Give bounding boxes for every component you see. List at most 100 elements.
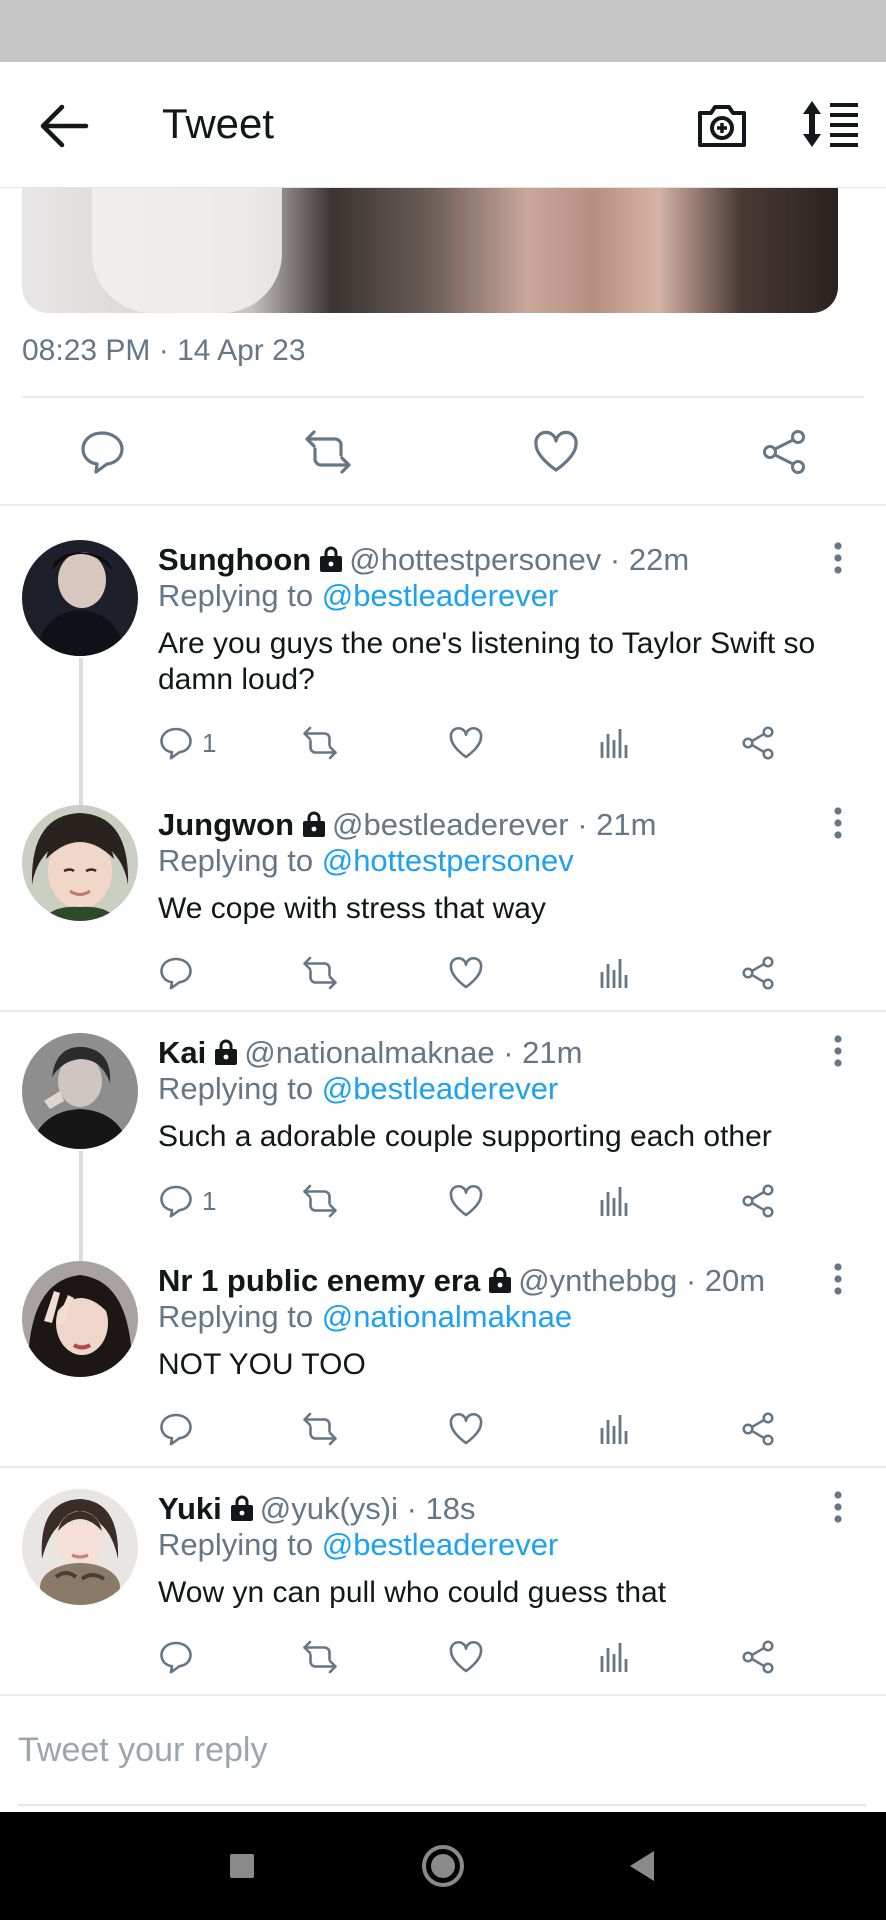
replying-to: Replying to @nationalmaknae — [158, 1297, 572, 1337]
display-name[interactable]: Kai — [158, 1035, 206, 1070]
page-title: Tweet — [162, 100, 275, 147]
reply-text: Wow yn can pull who could guess that — [158, 1576, 667, 1609]
avatar[interactable] — [22, 1489, 138, 1605]
more-options-icon[interactable] — [828, 1261, 848, 1297]
username: @hottestpersonev · 22m — [349, 542, 690, 577]
more-options-icon[interactable] — [828, 805, 848, 841]
analytics-icon[interactable] — [594, 955, 630, 991]
app-bar: Tweet — [0, 62, 886, 188]
more-options-icon[interactable] — [828, 540, 848, 576]
reply-icon[interactable] — [158, 1639, 202, 1675]
reply-action-bar — [158, 1639, 798, 1679]
reply-input[interactable] — [18, 1720, 858, 1780]
heart-icon[interactable] — [532, 428, 580, 476]
heart-icon[interactable] — [448, 1639, 484, 1675]
reply-text: We cope with stress that way — [158, 892, 546, 925]
more-options-icon[interactable] — [828, 1033, 848, 1069]
share-icon[interactable] — [740, 1411, 776, 1447]
divider — [0, 1010, 886, 1012]
recents-icon[interactable] — [218, 1842, 266, 1890]
replying-label: Replying to — [158, 1071, 314, 1106]
retweet-icon[interactable] — [302, 1183, 338, 1219]
share-icon[interactable] — [740, 955, 776, 991]
media-detail — [92, 188, 282, 313]
reply-item[interactable]: Kai @nationalmaknae · 21m Replying to @be… — [0, 1033, 886, 1291]
reply-icon[interactable] — [158, 955, 202, 991]
reply-header: Nr 1 public enemy era @ynthebbg · 20m — [158, 1261, 765, 1301]
analytics-icon[interactable] — [594, 1411, 630, 1447]
tweet-timestamp: 08:23 PM · 14 Apr 23 — [22, 334, 306, 367]
retweet-icon[interactable] — [302, 955, 338, 991]
reply-count: 1 — [202, 727, 217, 758]
mention-link[interactable]: @bestleaderever — [322, 578, 559, 613]
display-name[interactable]: Sunghoon — [158, 542, 311, 577]
mention-link[interactable]: @bestleaderever — [322, 1071, 559, 1106]
avatar[interactable] — [22, 1033, 138, 1149]
lock-icon — [489, 1267, 512, 1293]
replying-label: Replying to — [158, 578, 314, 613]
mention-link[interactable]: @hottestpersonev — [322, 843, 574, 878]
heart-icon[interactable] — [448, 725, 484, 761]
divider — [0, 1466, 886, 1468]
tweet-action-bar — [0, 398, 886, 506]
reply-icon[interactable] — [78, 428, 126, 476]
reply-icon[interactable]: 1 — [158, 1183, 216, 1219]
display-name[interactable]: Jungwon — [158, 807, 294, 842]
status-bar — [0, 0, 886, 62]
reply-item[interactable]: Nr 1 public enemy era @ynthebbg · 20m Rep… — [0, 1261, 886, 1461]
reply-header: Sunghoon @hottestpersonev · 22m — [158, 540, 689, 580]
avatar[interactable] — [22, 805, 138, 921]
display-name[interactable]: Yuki — [158, 1491, 222, 1526]
heart-icon[interactable] — [448, 955, 484, 991]
mention-link[interactable]: @bestleaderever — [322, 1527, 559, 1562]
avatar[interactable] — [22, 540, 138, 656]
heart-icon[interactable] — [448, 1411, 484, 1447]
reply-header: Jungwon @bestleaderever · 21m — [158, 805, 656, 845]
arrow-left-icon[interactable] — [36, 102, 90, 150]
username: @ynthebbg · 20m — [518, 1263, 766, 1298]
replying-to: Replying to @bestleaderever — [158, 1069, 558, 1109]
home-icon[interactable] — [419, 1842, 467, 1890]
analytics-icon[interactable] — [594, 1639, 630, 1675]
back-icon[interactable] — [620, 1842, 668, 1890]
retweet-icon[interactable] — [302, 1639, 338, 1675]
display-name[interactable]: Nr 1 public enemy era — [158, 1263, 480, 1298]
share-icon[interactable] — [740, 1183, 776, 1219]
share-icon[interactable] — [760, 428, 808, 476]
retweet-icon[interactable] — [302, 1411, 338, 1447]
replying-label: Replying to — [158, 1527, 314, 1562]
retweet-icon[interactable] — [304, 428, 352, 476]
reply-action-bar: 1 — [158, 725, 798, 765]
replying-label: Replying to — [158, 843, 314, 878]
reply-icon[interactable]: 1 — [158, 725, 216, 761]
share-icon[interactable] — [740, 1639, 776, 1675]
lock-icon — [215, 1039, 238, 1065]
avatar[interactable] — [22, 1261, 138, 1377]
replying-to: Replying to @bestleaderever — [158, 1525, 558, 1565]
reply-text: NOT YOU TOO — [158, 1348, 366, 1381]
sort-icon[interactable] — [800, 99, 860, 149]
lock-icon — [230, 1495, 253, 1521]
camera-plus-icon[interactable] — [696, 99, 748, 151]
lock-icon — [303, 811, 326, 837]
reply-item[interactable]: Sunghoon @hottestpersonev · 22m Replying … — [0, 540, 886, 838]
share-icon[interactable] — [740, 725, 776, 761]
replying-to: Replying to @hottestpersonev — [158, 841, 574, 881]
username: @bestleaderever · 21m — [332, 807, 657, 842]
reply-action-bar: 1 — [158, 1183, 798, 1223]
mention-link[interactable]: @nationalmaknae — [322, 1299, 572, 1334]
replying-to: Replying to @bestleaderever — [158, 576, 558, 616]
reply-text: Are you guys the one's listening to Tayl… — [158, 627, 816, 696]
reply-text: Such a adorable couple supporting each o… — [158, 1120, 772, 1153]
reply-item[interactable]: Jungwon @bestleaderever · 21m Replying to… — [0, 805, 886, 1005]
analytics-icon[interactable] — [594, 1183, 630, 1219]
reply-icon[interactable] — [158, 1411, 202, 1447]
heart-icon[interactable] — [448, 1183, 484, 1219]
retweet-icon[interactable] — [302, 725, 338, 761]
tweet-media-image[interactable] — [22, 188, 838, 313]
input-underline — [18, 1804, 866, 1806]
reply-item[interactable]: Yuki @yuk(ys)i · 18s Replying to @bestlea… — [0, 1489, 886, 1689]
more-options-icon[interactable] — [828, 1489, 848, 1525]
analytics-icon[interactable] — [594, 725, 630, 761]
system-nav-bar — [0, 1812, 886, 1920]
